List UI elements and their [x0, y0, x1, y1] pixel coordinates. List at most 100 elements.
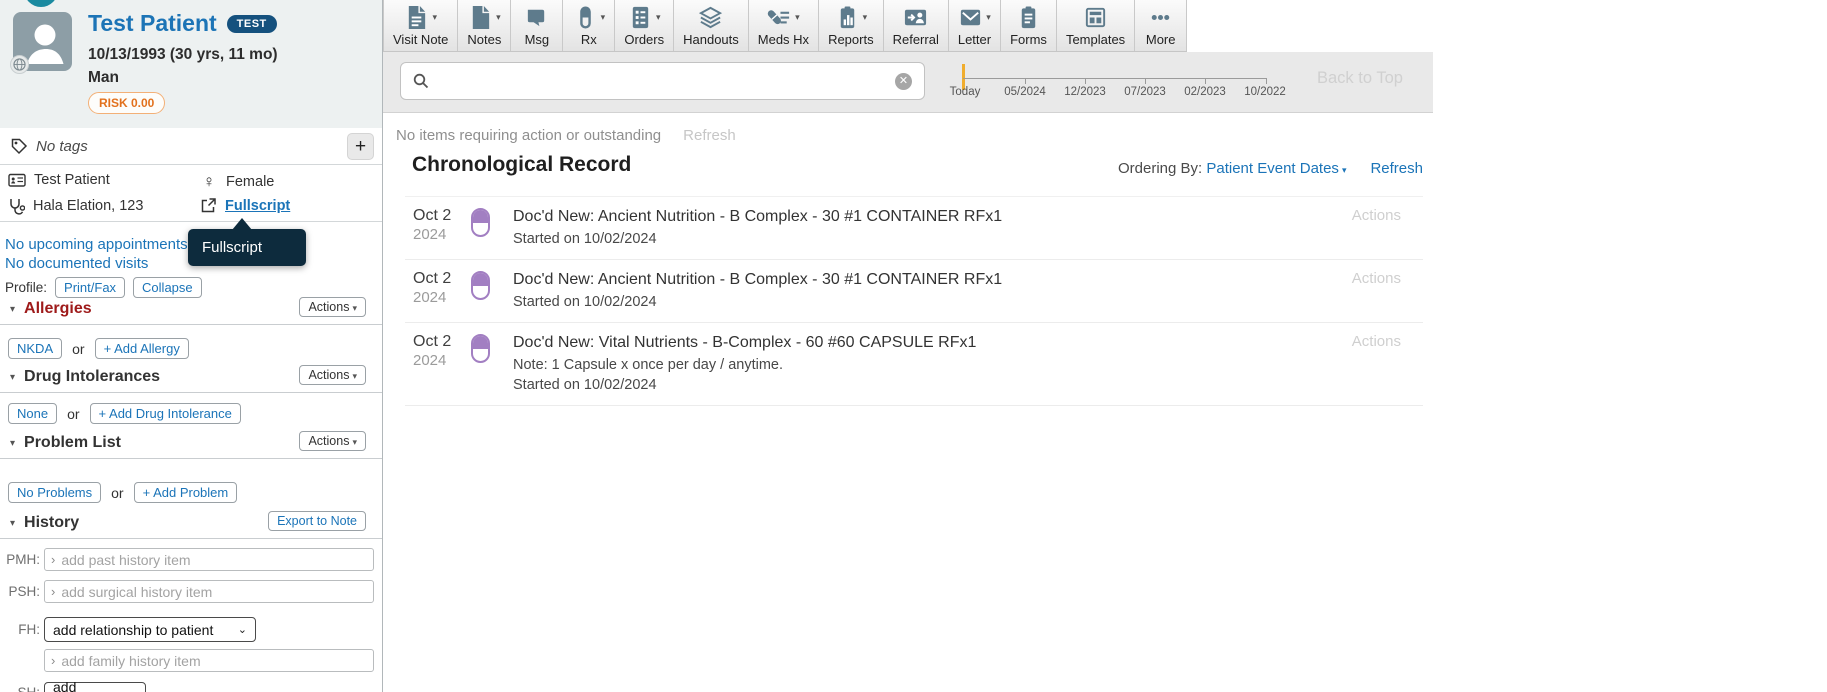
sh-select[interactable]: add special ⌄: [44, 682, 146, 692]
problem-list-values: No Problems or + Add Problem: [8, 482, 237, 503]
id-card-icon: [8, 172, 26, 188]
family-history-input[interactable]: [61, 653, 367, 669]
upcoming-appointments-link[interactable]: No upcoming appointments: [5, 236, 188, 253]
more-icon: [1148, 5, 1173, 30]
search-input[interactable]: [437, 73, 895, 90]
record-list: Oct 2 2024 Doc'd New: Ancient Nutrition …: [405, 196, 1423, 406]
tag-icon: [10, 137, 28, 155]
add-tag-button[interactable]: +: [347, 133, 374, 160]
print-fax-button[interactable]: Print/Fax: [55, 277, 125, 298]
toolbar-handouts[interactable]: Handouts: [674, 0, 749, 51]
ordering-by-dropdown[interactable]: Patient Event Dates▾: [1206, 160, 1346, 177]
collapse-triangle-icon[interactable]: ▾: [10, 518, 15, 529]
collapse-triangle-icon[interactable]: ▾: [10, 304, 15, 315]
toolbar-visit-note[interactable]: ▾ Visit Note: [383, 0, 458, 51]
avatar[interactable]: [13, 12, 72, 71]
pmh-input[interactable]: [61, 552, 367, 568]
medication-pill-icon: [471, 208, 490, 237]
divider: [0, 221, 382, 222]
orders-icon: [628, 5, 653, 30]
outstanding-refresh-button[interactable]: Refresh: [683, 127, 736, 144]
search-icon: [413, 73, 429, 89]
ordering-by-label: Ordering By:: [1118, 160, 1202, 177]
none-button[interactable]: None: [8, 403, 57, 424]
record-entry-title[interactable]: Doc'd New: Ancient Nutrition - B Complex…: [513, 206, 1313, 227]
toolbar-rx[interactable]: ▾ Rx: [563, 0, 615, 51]
record-refresh-button[interactable]: Refresh: [1370, 160, 1423, 177]
record-entry-started: Started on 10/02/2024: [513, 229, 1313, 249]
collapse-triangle-icon[interactable]: ▾: [10, 438, 15, 449]
no-problems-button[interactable]: No Problems: [8, 482, 101, 503]
toolbar-meds-hx[interactable]: ▾ Meds Hx: [749, 0, 819, 51]
outstanding-items-bar: No items requiring action or outstanding…: [396, 127, 736, 144]
record-date: Oct 2 2024: [413, 269, 471, 312]
add-problem-button[interactable]: + Add Problem: [134, 482, 238, 503]
nkda-button[interactable]: NKDA: [8, 338, 62, 359]
drug-intolerances-actions-button[interactable]: Actions▾: [299, 365, 366, 385]
patient-sidebar: Test Patient TEST 10/13/1993 (30 yrs, 11…: [0, 0, 383, 692]
timeline-axis[interactable]: [963, 78, 1267, 79]
outstanding-items-message: No items requiring action or outstanding: [396, 127, 661, 144]
ordering-controls: Ordering By: Patient Event Dates▾ Refres…: [1118, 160, 1423, 177]
toolbar-templates[interactable]: Templates: [1057, 0, 1135, 51]
add-allergy-button[interactable]: + Add Allergy: [95, 338, 189, 359]
patient-sex: Man: [88, 69, 119, 87]
timeline-label: 07/2023: [1124, 86, 1166, 98]
fh-relationship-select[interactable]: add relationship to patient ⌄: [44, 617, 256, 642]
chart-toolbar: ▾ Visit Note ▾ Notes Msg ▾ Rx: [383, 0, 1187, 52]
patient-dob: 10/13/1993 (30 yrs, 11 mo): [88, 46, 278, 64]
profile-row: Profile: Print/Fax Collapse: [5, 277, 202, 298]
dropdown-caret-icon: ▾: [601, 12, 606, 23]
record-search-box: ✕: [400, 62, 925, 100]
chevron-down-icon: ⌄: [224, 623, 247, 636]
risk-badge[interactable]: RISK 0.00: [88, 92, 165, 114]
toolbar-orders[interactable]: ▾ Orders: [615, 0, 674, 51]
pmh-label: PMH:: [4, 552, 40, 567]
notification-dot-icon: [24, 0, 58, 7]
templates-icon: [1083, 5, 1108, 30]
toolbar-msg[interactable]: Msg: [511, 0, 563, 51]
record-actions-button[interactable]: Actions: [1352, 333, 1401, 350]
record-entry-note: Note: 1 Capsule x once per day / anytime…: [513, 355, 1313, 375]
toolbar-referral[interactable]: Referral: [884, 0, 949, 51]
fullscript-link[interactable]: Fullscript: [225, 198, 290, 214]
detail-sex: ♀ Female: [200, 172, 274, 192]
allergies-actions-button[interactable]: Actions▾: [299, 297, 366, 317]
fh-label: FH:: [4, 622, 40, 637]
rx-icon: [573, 5, 598, 30]
problem-list-actions-button[interactable]: Actions▾: [299, 431, 366, 451]
add-drug-intolerance-button[interactable]: + Add Drug Intolerance: [90, 403, 241, 424]
drug-intolerances-title: Drug Intolerances: [24, 368, 160, 386]
record-row[interactable]: Oct 2 2024 Doc'd New: Vital Nutrients - …: [405, 323, 1423, 406]
female-icon: ♀: [200, 172, 218, 192]
collapse-triangle-icon[interactable]: ▾: [10, 372, 15, 383]
toolbar-forms[interactable]: Forms: [1001, 0, 1057, 51]
patient-header: Test Patient TEST 10/13/1993 (30 yrs, 11…: [0, 0, 382, 128]
toolbar-notes[interactable]: ▾ Notes: [458, 0, 511, 51]
record-entry-title[interactable]: Doc'd New: Vital Nutrients - B-Complex -…: [513, 332, 1313, 353]
chronological-record-title: Chronological Record: [412, 153, 631, 177]
timeline-label: 05/2024: [1004, 86, 1046, 98]
timeline-label: 10/2022: [1244, 86, 1286, 98]
record-row[interactable]: Oct 2 2024 Doc'd New: Ancient Nutrition …: [405, 197, 1423, 260]
test-badge: TEST: [227, 15, 277, 33]
record-actions-button[interactable]: Actions: [1352, 207, 1401, 224]
collapse-button[interactable]: Collapse: [133, 277, 202, 298]
msg-icon: [524, 5, 549, 30]
drug-intolerances-values: None or + Add Drug Intolerance: [8, 403, 241, 424]
back-to-top-button[interactable]: Back to Top: [1317, 69, 1403, 88]
record-entry-title[interactable]: Doc'd New: Ancient Nutrition - B Complex…: [513, 269, 1313, 290]
psh-input[interactable]: [61, 584, 367, 600]
toolbar-reports[interactable]: ▾ Reports: [819, 0, 884, 51]
dropdown-caret-icon: ▾: [496, 12, 501, 23]
documented-visits-link[interactable]: No documented visits: [5, 255, 148, 272]
dropdown-caret-icon: ▾: [656, 12, 661, 23]
record-actions-button[interactable]: Actions: [1352, 270, 1401, 287]
toolbar-letter[interactable]: ▾ Letter: [949, 0, 1001, 51]
clear-search-icon[interactable]: ✕: [895, 73, 912, 90]
allergies-header: ▾ Allergies Actions▾: [0, 300, 382, 325]
export-to-note-button[interactable]: Export to Note: [268, 511, 366, 531]
record-row[interactable]: Oct 2 2024 Doc'd New: Ancient Nutrition …: [405, 260, 1423, 323]
toolbar-more[interactable]: More: [1135, 0, 1187, 51]
family-history-field: ›: [44, 649, 374, 672]
